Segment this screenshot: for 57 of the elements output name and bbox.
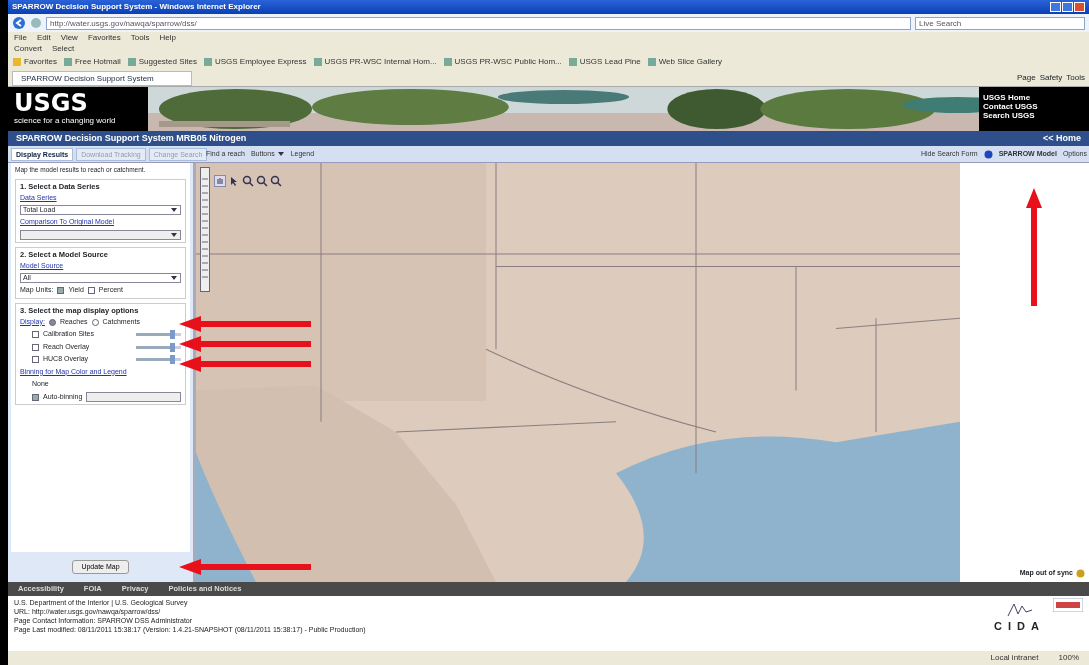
slider-track[interactable] (136, 358, 181, 361)
toolbar-button[interactable]: Convert (14, 42, 42, 55)
usgs-logo[interactable]: USGS (14, 91, 142, 115)
slider-track[interactable] (136, 345, 181, 349)
menu-item[interactable]: Help (159, 31, 176, 44)
checkbox[interactable] (32, 356, 39, 363)
checkbox[interactable] (87, 287, 95, 294)
checkbox[interactable] (57, 287, 65, 294)
checkbox[interactable] (32, 331, 39, 338)
menu-item[interactable]: File (14, 31, 27, 44)
favorite-link[interactable]: USGS Employee Express (214, 56, 307, 68)
close-button[interactable] (1074, 2, 1085, 12)
menu-item[interactable]: Edit (36, 31, 51, 44)
search-field[interactable]: Live Search (915, 16, 1085, 30)
radio-button[interactable] (91, 318, 99, 326)
back-icon[interactable] (12, 16, 26, 30)
browser-tab[interactable]: SPARROW Decision Support System (12, 70, 192, 86)
zoom-scale-drawing[interactable] (200, 167, 210, 292)
address-field[interactable]: http://water.usgs.gov/nawqa/sparrow/dss/ (46, 16, 911, 30)
info-icon[interactable] (983, 149, 993, 159)
app-title: SPARROW Decision Support System MRB05 Nitrogen (16, 131, 247, 145)
command-button[interactable]: Safety (1039, 72, 1063, 84)
tagline: science for a changing world (14, 115, 117, 127)
favorite-link[interactable]: USGS PR-WSC Internal Hom... (324, 56, 437, 68)
banner-link[interactable]: Contact USGS (983, 102, 1085, 111)
command-button[interactable]: Tools (1066, 72, 1085, 84)
home-link[interactable]: << Home (1042, 131, 1081, 146)
command-button[interactable]: Page (1016, 72, 1036, 84)
window-title: SPARROW Decision Support System - Windows Internet Explorer (12, 1, 261, 13)
zoom-in-icon[interactable] (242, 175, 254, 187)
caret-icon (276, 150, 285, 158)
favorite-link[interactable]: Suggested Sites (138, 56, 197, 68)
cida-logo[interactable]: CIDA (994, 618, 1045, 635)
banner-link[interactable]: USGS Home (983, 93, 1085, 102)
maximize-button[interactable] (1062, 2, 1073, 12)
toolbar-button[interactable]: Select (52, 42, 75, 55)
warning-icon (1076, 569, 1085, 578)
zoom-full-icon[interactable] (270, 175, 282, 187)
favorite-link[interactable]: Free Hotmail (74, 56, 121, 68)
slider-track[interactable] (136, 333, 181, 336)
favorites-button[interactable]: Favorites (24, 56, 57, 68)
banner-link[interactable]: Search USGS (983, 111, 1085, 120)
menu-item[interactable]: Favorites (87, 31, 121, 44)
favorite-link[interactable]: USGS Lead Pine (579, 56, 641, 68)
menu-item[interactable]: Tools (130, 31, 150, 44)
bin-dropdown[interactable] (86, 392, 181, 402)
zoom-out-icon[interactable] (256, 175, 268, 187)
radio-button[interactable] (48, 318, 56, 326)
favorite-link[interactable]: USGS PR-WSC Public Hom... (454, 56, 562, 68)
favorite-link[interactable]: Web Slice Gallery (658, 56, 723, 68)
checkbox[interactable] (32, 343, 39, 351)
security-zone: Local intranet (990, 652, 1039, 664)
checkbox[interactable] (32, 393, 39, 401)
menu-item[interactable]: View (60, 31, 78, 44)
caret-icon (170, 230, 178, 239)
minimize-button[interactable] (1050, 2, 1061, 12)
zoom-level[interactable]: 100% (1058, 652, 1079, 664)
